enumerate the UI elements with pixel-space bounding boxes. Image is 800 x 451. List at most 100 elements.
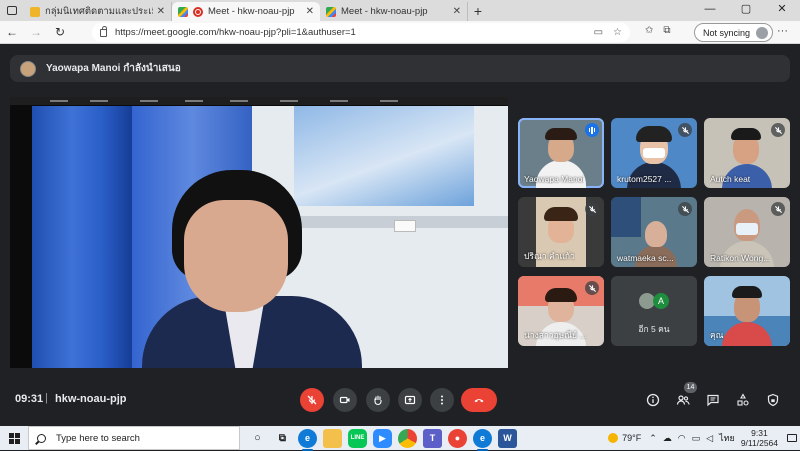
taskbar-search-box[interactable]: Type here to search xyxy=(28,426,240,450)
participant-name: นางสาวอุษณีย์ ... xyxy=(524,330,587,340)
sun-icon xyxy=(608,433,619,443)
cortana-icon[interactable]: ○ xyxy=(248,429,267,448)
presenter-video xyxy=(32,106,508,368)
raise-hand-button[interactable] xyxy=(366,388,390,412)
browser-tab-2[interactable]: Meet - hkw-noau-pjp ✕ xyxy=(172,2,320,21)
more-options-button[interactable] xyxy=(430,388,454,412)
camera-icon[interactable]: ▭ xyxy=(594,27,603,38)
browser-tab-strip: กลุ่มนิเทศติดตามและประเมินผล - ระ ✕ Meet… xyxy=(0,0,800,21)
meeting-controls-bar: 09:31 | hkw-noau-pjp xyxy=(0,384,800,416)
avatar xyxy=(20,60,36,77)
participant-tile[interactable]: คุณ xyxy=(704,276,790,346)
tab-label: Meet - hkw-noau-pjp xyxy=(208,6,295,17)
notification-icon[interactable] xyxy=(784,426,800,450)
participant-tile[interactable]: Ratikon Wong... xyxy=(704,197,790,267)
profile-avatar xyxy=(756,26,769,39)
tab-label: กลุ่มนิเทศติดตามและประเมินผล - ระ xyxy=(45,6,153,17)
close-window-button[interactable]: ✕ xyxy=(764,0,800,21)
close-icon[interactable]: ✕ xyxy=(157,6,165,17)
sync-label: Not syncing xyxy=(703,27,751,38)
close-icon[interactable]: ✕ xyxy=(453,6,461,17)
hand-icon xyxy=(374,395,382,405)
extensions-icon[interactable]: ✩ xyxy=(645,25,653,36)
participant-name: Autch keat xyxy=(710,174,751,184)
line-app-icon[interactable]: LINE xyxy=(348,428,367,448)
meeting-time: 09:31 xyxy=(15,393,44,405)
participant-tile[interactable]: ปริณา คำแก้ว xyxy=(518,197,604,267)
sync-button[interactable]: Not syncing xyxy=(694,23,774,42)
more-menu-icon[interactable]: ··· xyxy=(777,25,788,37)
url-text[interactable]: https://meet.google.com/hkw-noau-pjp?pli… xyxy=(115,27,356,38)
app-icon[interactable]: ● xyxy=(448,428,467,448)
participant-name: Yaowapa Manoi xyxy=(524,174,585,184)
volume-icon[interactable]: ◁ xyxy=(706,433,713,444)
cloud-icon[interactable]: ☁ xyxy=(663,433,672,444)
more-participants-label: อีก 5 คน xyxy=(638,324,670,334)
word-icon[interactable]: W xyxy=(498,428,517,448)
participant-tile[interactable]: krutom2527 ... xyxy=(611,118,697,188)
shield-lock-icon xyxy=(767,393,779,407)
mic-toggle-button[interactable] xyxy=(300,388,324,412)
tab-label: Meet - hkw-noau-pjp xyxy=(341,6,428,17)
edge-icon[interactable]: e xyxy=(473,428,492,451)
participant-name: krutom2527 ... xyxy=(617,174,672,184)
present-screen-icon xyxy=(404,395,416,405)
more-vert-icon xyxy=(441,395,443,405)
mic-off-icon xyxy=(678,123,692,137)
back-icon[interactable]: ← xyxy=(0,25,24,39)
activities-button[interactable] xyxy=(735,392,751,408)
battery-icon[interactable]: ▭ xyxy=(692,433,701,444)
chevron-up-icon[interactable]: ⌃ xyxy=(649,433,657,444)
system-tray: 79°F ⌃ ☁ ◠ ▭ ◁ ไทย 9:31 9/11/2564 xyxy=(608,426,800,450)
participant-name: Ratikon Wong... xyxy=(710,253,771,263)
presenting-text: Yaowapa Manoi กำลังนำเสนอ xyxy=(46,63,181,74)
browser-tab-1[interactable]: กลุ่มนิเทศติดตามและประเมินผล - ระ ✕ xyxy=(24,2,172,21)
chat-button[interactable] xyxy=(705,392,721,408)
folder-icon xyxy=(30,6,40,17)
new-tab-button[interactable]: + xyxy=(468,2,488,21)
presentation-view[interactable] xyxy=(10,97,508,368)
clock[interactable]: 9:31 9/11/2564 xyxy=(741,428,778,448)
meeting-details-button[interactable] xyxy=(645,392,661,408)
weather-widget[interactable]: 79°F xyxy=(608,433,641,443)
present-now-button[interactable] xyxy=(398,388,422,412)
camera-toggle-button[interactable] xyxy=(333,388,357,412)
participant-tile[interactable]: Autch keat xyxy=(704,118,790,188)
people-button[interactable] xyxy=(675,392,691,408)
maximize-button[interactable]: ▢ xyxy=(728,0,764,21)
search-icon xyxy=(37,433,46,443)
refresh-icon[interactable]: ↻ xyxy=(48,25,72,39)
close-icon[interactable]: ✕ xyxy=(306,6,314,17)
mic-off-icon xyxy=(678,202,692,216)
wifi-icon[interactable]: ◠ xyxy=(678,433,686,444)
favorite-icon[interactable]: ☆ xyxy=(613,27,622,38)
start-button[interactable] xyxy=(0,426,28,450)
meet-icon xyxy=(178,6,188,17)
collections-icon[interactable]: ⧉ xyxy=(663,25,670,36)
tab-actions-icon[interactable] xyxy=(0,0,24,21)
file-explorer-icon[interactable] xyxy=(323,428,342,448)
zoom-app-icon[interactable]: ▶ xyxy=(373,428,392,448)
mic-off-icon xyxy=(585,202,599,216)
browser-tab-3[interactable]: Meet - hkw-noau-pjp ✕ xyxy=(320,2,468,21)
participant-tile[interactable]: นางสาวอุษณีย์ ... xyxy=(518,276,604,346)
forward-icon[interactable]: → xyxy=(24,25,48,39)
clock-time: 9:31 xyxy=(751,428,768,438)
speaking-indicator-icon xyxy=(585,123,599,137)
url-field[interactable]: https://meet.google.com/hkw-noau-pjp?pli… xyxy=(92,23,630,42)
leave-call-button[interactable] xyxy=(461,388,497,412)
more-participants-tile[interactable]: A อีก 5 คน xyxy=(611,276,697,346)
chrome-icon[interactable] xyxy=(398,428,417,448)
people-icon xyxy=(676,395,690,405)
task-view-icon[interactable]: ⧉ xyxy=(273,429,292,448)
mic-off-icon xyxy=(771,202,785,216)
participant-tile[interactable]: watmaeka sc... xyxy=(611,197,697,267)
lock-icon[interactable] xyxy=(100,25,107,37)
edge-icon[interactable]: e xyxy=(298,428,317,451)
language-indicator[interactable]: ไทย xyxy=(719,431,735,445)
minimize-button[interactable]: — xyxy=(692,0,728,21)
host-controls-button[interactable] xyxy=(765,392,781,408)
participant-tile[interactable]: Yaowapa Manoi xyxy=(518,118,604,188)
participant-count-badge: 14 xyxy=(684,382,697,393)
teams-icon[interactable]: T xyxy=(423,428,442,448)
